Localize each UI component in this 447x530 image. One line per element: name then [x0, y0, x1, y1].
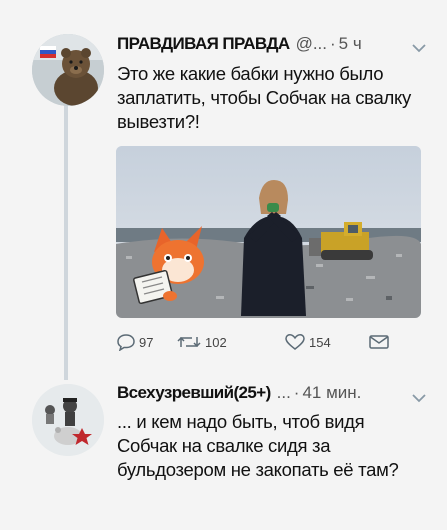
tweet-header: ПРАВДИВАЯ ПРАВДА @... · 5 ч — [117, 34, 362, 54]
direct-message-button[interactable] — [368, 333, 393, 351]
author-handle[interactable]: @... — [296, 34, 327, 54]
tweet-media-image[interactable] — [116, 146, 421, 318]
retweet-arrows-icon — [177, 336, 201, 348]
retweet-count: 102 — [205, 334, 227, 350]
chevron-down-icon[interactable] — [411, 392, 427, 404]
tweet-actions: 97 102 154 — [116, 333, 396, 355]
tweet-header: Всехузревший(25+) ... · 41 мин. — [117, 383, 361, 403]
bear-avatar-icon — [32, 34, 104, 106]
author-handle[interactable]: ... — [277, 383, 291, 403]
tweet-timestamp[interactable]: 5 ч — [339, 34, 362, 54]
reply-button[interactable]: 97 — [116, 333, 153, 351]
chevron-down-icon[interactable] — [411, 42, 427, 54]
thread-connector-line — [64, 104, 68, 380]
envelope-icon — [369, 335, 389, 349]
reply-count: 97 — [139, 334, 154, 350]
separator-dot: · — [330, 34, 336, 53]
cartoon-avatar-icon — [32, 384, 104, 456]
tweet-text: Это же какие бабки нужно было заплатить,… — [117, 63, 411, 132]
author-name[interactable]: ПРАВДИВАЯ ПРАВДА — [117, 34, 290, 54]
separator-dot: · — [293, 383, 300, 402]
tweet-timestamp[interactable]: 41 мин. — [302, 383, 361, 403]
avatar[interactable] — [32, 34, 104, 106]
author-name[interactable]: Всехузревший(25+) — [117, 383, 271, 403]
speech-bubble-icon — [117, 334, 135, 351]
avatar[interactable] — [32, 384, 104, 456]
like-button[interactable]: 154 — [284, 333, 331, 351]
retweet-button[interactable]: 102 — [176, 333, 227, 351]
like-count: 154 — [309, 334, 331, 350]
tweet-text: ... и кем надо быть, чтоб видя Собчак на… — [117, 411, 399, 480]
heart-icon — [285, 334, 305, 350]
landfill-photo — [116, 146, 421, 318]
